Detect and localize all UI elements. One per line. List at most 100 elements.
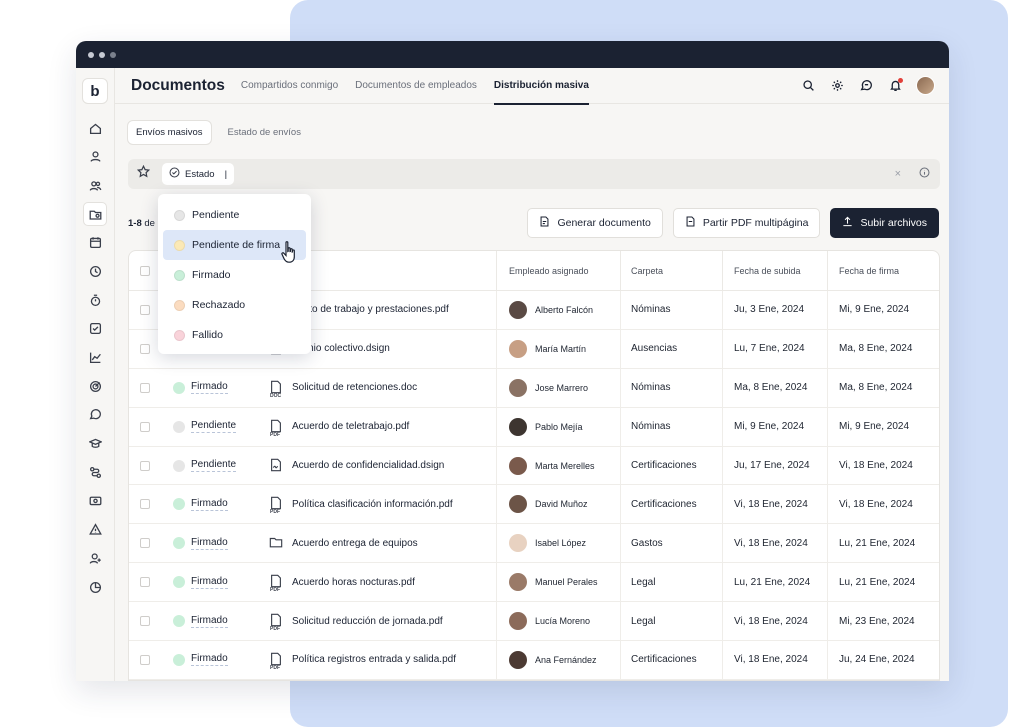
- notifications-bell-icon[interactable]: [887, 77, 903, 94]
- hand-cursor-icon: [281, 241, 295, 263]
- status-label[interactable]: Firmado: [191, 537, 228, 550]
- status-filter-chip[interactable]: Estado |: [162, 163, 235, 185]
- subtab-send-status[interactable]: Estado de envíos: [220, 121, 309, 144]
- row-checkbox[interactable]: [140, 577, 150, 588]
- sidebar-alert-icon[interactable]: [83, 518, 107, 542]
- sidebar-chat-icon[interactable]: [83, 403, 107, 427]
- header-employee[interactable]: Empleado asignado: [497, 251, 621, 290]
- sidebar-reports-icon[interactable]: [83, 575, 107, 599]
- status-label[interactable]: Firmado: [191, 498, 228, 511]
- file-name[interactable]: Política clasificación información.pdf: [292, 499, 453, 510]
- subtab-mass-sends[interactable]: Envíos masivos: [127, 120, 212, 145]
- status-label[interactable]: Firmado: [191, 653, 228, 667]
- option-label: Firmado: [192, 269, 231, 281]
- status-label[interactable]: Firmado: [191, 576, 228, 589]
- file-name[interactable]: ntrato de trabajo y prestaciones.pdf: [292, 304, 449, 315]
- search-icon[interactable]: [800, 78, 816, 94]
- status-label[interactable]: Firmado: [191, 615, 228, 628]
- option-status-dot: [174, 269, 185, 281]
- dropdown-option[interactable]: Pendiente: [163, 200, 306, 230]
- row-checkbox[interactable]: [140, 304, 150, 315]
- file-name[interactable]: Acuerdo entrega de equipos: [292, 538, 418, 549]
- user-avatar[interactable]: [916, 76, 935, 95]
- sidebar-calendar-icon[interactable]: [83, 231, 107, 255]
- folder-cell: Nóminas: [621, 368, 723, 407]
- file-name[interactable]: Política registros entrada y salida.pdf: [292, 654, 456, 665]
- employee-avatar: [509, 495, 527, 514]
- sidebar-tasks-icon[interactable]: [83, 317, 107, 341]
- app-logo[interactable]: b: [82, 78, 108, 104]
- sign-date-cell: Vi, 18 Ene, 2024: [839, 498, 913, 510]
- table-row[interactable]: Firmado PDF Política clasificación inform…: [129, 485, 939, 525]
- employee-cell: Marta Merelles: [497, 446, 621, 485]
- dropdown-option[interactable]: Rechazado: [163, 290, 306, 320]
- table-row[interactable]: Firmado PDF Acuerdo horas nocturas.pdf Ma…: [129, 563, 939, 603]
- sidebar-documents-icon[interactable]: [83, 202, 107, 227]
- clear-filter-icon[interactable]: ×: [895, 168, 901, 180]
- row-checkbox[interactable]: [140, 538, 150, 549]
- sidebar-add-user-icon[interactable]: [83, 546, 107, 570]
- sidebar-clock-icon[interactable]: [83, 259, 107, 283]
- status-label[interactable]: Firmado: [191, 381, 228, 395]
- row-checkbox[interactable]: [140, 616, 150, 627]
- file-name[interactable]: Solicitud de retenciones.doc: [292, 382, 417, 393]
- row-checkbox[interactable]: [140, 499, 150, 510]
- header-folder[interactable]: Carpeta: [621, 251, 723, 290]
- table-row[interactable]: Firmado PDF Política registros entrada y …: [129, 641, 939, 680]
- folder-cell: Nóminas: [621, 407, 723, 446]
- table-row[interactable]: Firmado Acuerdo entrega de equipos Isabe…: [129, 524, 939, 564]
- chat-support-icon[interactable]: [858, 78, 874, 94]
- status-cell: Pendiente: [161, 459, 263, 472]
- file-name[interactable]: Solicitud reducción de jornada.pdf: [292, 616, 443, 627]
- employee-name: Alberto Falcón: [535, 304, 594, 315]
- header-upload-date[interactable]: Fecha de subida: [723, 251, 828, 290]
- folder-cell: Nóminas: [621, 291, 723, 329]
- upload-files-button[interactable]: Subir archivos: [830, 208, 939, 238]
- sidebar-training-icon[interactable]: [83, 432, 107, 456]
- status-cell: Firmado: [161, 498, 263, 511]
- row-checkbox[interactable]: [140, 421, 150, 432]
- sidebar-expenses-icon[interactable]: [83, 489, 107, 513]
- header-sign-date[interactable]: Fecha de firma: [828, 251, 939, 290]
- table-row[interactable]: Firmado DOC Solicitud de retenciones.doc …: [129, 368, 939, 408]
- option-label: Fallido: [192, 329, 223, 341]
- sidebar-timer-icon[interactable]: [83, 288, 107, 312]
- sidebar-team-icon[interactable]: [83, 173, 107, 197]
- option-status-dot: [174, 299, 185, 311]
- info-icon[interactable]: [919, 167, 930, 181]
- sidebar-analytics-icon[interactable]: [83, 346, 107, 370]
- sidebar-user-icon[interactable]: [83, 145, 107, 169]
- tab-employee-documents[interactable]: Documentos de empleados: [355, 68, 477, 104]
- option-status-dot: [174, 239, 185, 251]
- employee-name: Lucía Moreno: [535, 616, 591, 627]
- row-checkbox[interactable]: [140, 460, 150, 471]
- favorite-star-icon[interactable]: [136, 164, 151, 183]
- table-row[interactable]: Firmado PDF Solicitud reducción de jornad…: [129, 602, 939, 642]
- tab-mass-distribution[interactable]: Distribución masiva: [493, 68, 589, 105]
- sign-date-cell: Mi, 9 Ene, 2024: [839, 304, 910, 316]
- select-all-checkbox[interactable]: [140, 265, 150, 276]
- file-type-icon: PDF: [269, 496, 283, 515]
- file-name[interactable]: Acuerdo de teletrabajo.pdf: [292, 421, 409, 432]
- sidebar-goals-icon[interactable]: [83, 374, 107, 398]
- settings-gear-icon[interactable]: [829, 78, 845, 94]
- file-name[interactable]: Acuerdo de confidencialidad.dsign: [292, 460, 444, 471]
- employee-avatar: [509, 417, 527, 436]
- sidebar-workflow-icon[interactable]: [83, 460, 107, 484]
- tab-shared-with-me[interactable]: Compartidos conmigo: [241, 68, 338, 104]
- split-pdf-button[interactable]: Partir PDF multipágina: [672, 208, 821, 238]
- status-label[interactable]: Pendiente: [191, 420, 237, 434]
- sidebar-home-icon[interactable]: [83, 116, 107, 140]
- generate-document-button[interactable]: Generar documento: [527, 208, 663, 238]
- file-name[interactable]: Acuerdo horas nocturas.pdf: [292, 577, 415, 588]
- table-row[interactable]: Pendiente PDF Acuerdo de teletrabajo.pdf …: [129, 407, 939, 447]
- status-label[interactable]: Pendiente: [191, 459, 237, 472]
- row-checkbox[interactable]: [140, 654, 150, 665]
- table-row[interactable]: Pendiente Acuerdo de confidencialidad.ds…: [129, 446, 939, 486]
- row-checkbox[interactable]: [140, 382, 150, 393]
- dropdown-option[interactable]: Fallido: [163, 320, 306, 350]
- employee-cell: Lucía Moreno: [497, 602, 621, 641]
- pdf-split-icon: [685, 216, 696, 230]
- row-checkbox[interactable]: [140, 343, 150, 354]
- action-buttons: Generar documento Partir PDF multipágina…: [527, 208, 939, 238]
